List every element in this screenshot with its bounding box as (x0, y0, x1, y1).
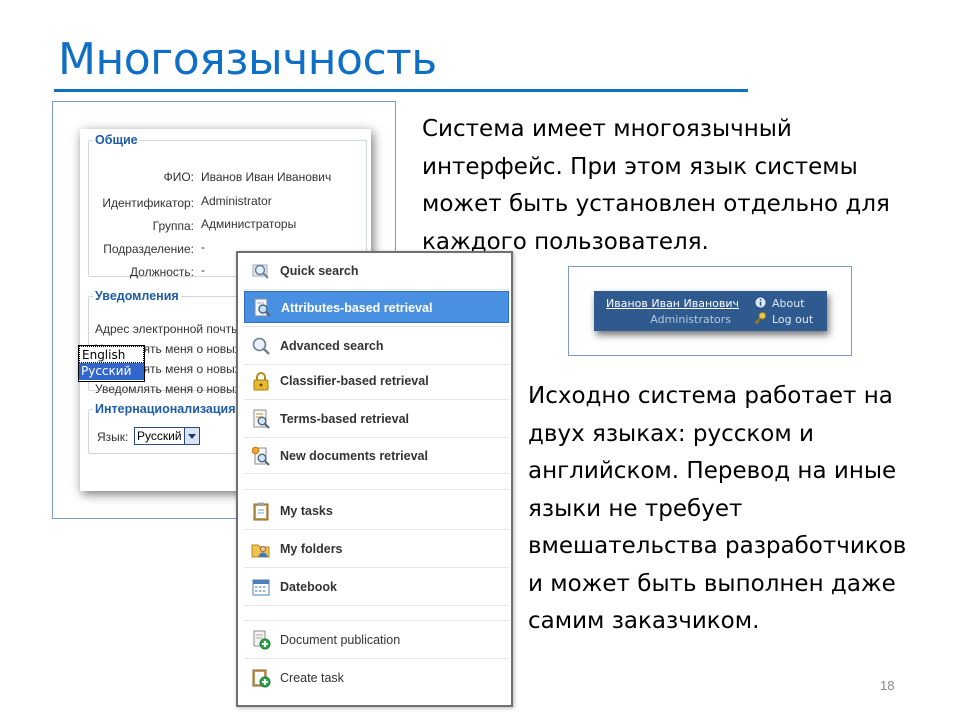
notify-option-label: Уведомлять меня о новых (95, 382, 241, 396)
field-value: - (201, 240, 205, 254)
field-label: Должность: (129, 265, 194, 279)
menu-item-classifier-retrieval[interactable]: Classifier-based retrieval (244, 365, 509, 397)
menu-item-new-documents-retrieval[interactable]: New documents retrieval (244, 440, 509, 472)
menu-item-label: Quick search (280, 264, 359, 278)
field-value: Администраторы (201, 217, 297, 231)
menu-divider (244, 437, 509, 438)
language-label: Язык: (97, 430, 129, 444)
page-number: 18 (880, 678, 895, 693)
common-legend: Общие (95, 133, 138, 147)
field-value: - (201, 263, 205, 277)
menu-divider (244, 529, 509, 530)
field-label: ФИО: (163, 170, 194, 184)
field-value: Иванов Иван Иванович (201, 170, 332, 184)
title-underline (54, 89, 748, 92)
key-icon (754, 311, 767, 325)
paragraph-languages: Исходно система работает на двух языках:… (528, 383, 907, 634)
menu-item-label: Advanced search (280, 339, 384, 353)
menu-group-divider (244, 489, 509, 490)
document-add-icon (253, 630, 271, 650)
language-select[interactable]: Русский (134, 427, 200, 445)
menu-item-datebook[interactable]: Datebook (244, 571, 509, 603)
language-select-value: Русский (137, 429, 182, 443)
info-icon (754, 296, 767, 309)
menu-divider (244, 658, 509, 659)
menu-divider (244, 473, 509, 474)
menu-item-my-folders[interactable]: My folders (244, 533, 509, 565)
user-header-screenshot: Иванов Иван Иванович Administrators Abou… (568, 266, 852, 356)
menu-item-label: My tasks (280, 504, 333, 518)
magnifier-icon (252, 264, 269, 279)
menu-item-my-tasks[interactable]: My tasks (244, 495, 509, 527)
user-folder-icon (251, 544, 270, 558)
magnifier-icon (252, 337, 270, 355)
language-option-russian[interactable]: Русский (79, 363, 144, 380)
menu-item-label: Classifier-based retrieval (280, 374, 429, 388)
chevron-down-icon[interactable] (184, 428, 199, 444)
notifications-legend: Уведомления (95, 289, 179, 303)
document-search-icon (254, 298, 271, 317)
menu-item-label: New documents retrieval (280, 449, 428, 463)
language-dropdown-list: English Русский (78, 345, 145, 382)
language-option-english[interactable]: English (79, 346, 144, 363)
slide-title: Многоязычность (58, 34, 437, 85)
user-header-bar: Иванов Иван Иванович Administrators Abou… (594, 291, 827, 331)
menu-item-attributes-retrieval[interactable]: Attributes-based retrieval (244, 291, 509, 323)
menu-item-advanced-search[interactable]: Advanced search (244, 330, 509, 362)
menu-item-create-task[interactable]: Create task (244, 662, 509, 694)
new-document-search-icon (251, 446, 270, 466)
menu-item-label: Attributes-based retrieval (281, 301, 433, 315)
document-search-icon (253, 409, 270, 429)
menu-divider (244, 399, 509, 400)
menu-item-label: Create task (280, 671, 344, 685)
field-label: Идентификатор: (102, 196, 194, 210)
menu-divider (244, 289, 509, 290)
field-value: Administrator (201, 194, 272, 208)
calendar-icon (252, 579, 270, 596)
menu-item-terms-retrieval[interactable]: Terms-based retrieval (244, 403, 509, 435)
menu-group-divider (244, 620, 509, 621)
menu-item-label: Document publication (280, 633, 401, 647)
field-label: Подразделение: (103, 242, 194, 256)
menu-item-document-publication[interactable]: Document publication (244, 624, 509, 656)
internationalization-legend: Интернационализация (95, 402, 236, 416)
clipboard-icon (253, 502, 269, 521)
navigation-menu-screenshot: Quick search Attributes-based retrieval … (236, 251, 513, 707)
menu-item-quick-search[interactable]: Quick search (244, 255, 509, 287)
lock-icon (253, 372, 269, 391)
paragraph-multilingual: Система имеет многоязычный интерфейс. Пр… (422, 116, 890, 255)
email-address-label: Адрес электронной почты (95, 322, 240, 336)
menu-item-label: My folders (280, 542, 343, 556)
menu-item-label: Datebook (280, 580, 337, 594)
menu-divider (244, 567, 509, 568)
menu-divider (244, 605, 509, 606)
field-label: Группа: (152, 219, 194, 233)
user-name-link[interactable]: Иванов Иван Иванович (606, 297, 739, 310)
about-link[interactable]: About (772, 297, 805, 310)
user-role: Administrators (650, 313, 731, 326)
menu-item-label: Terms-based retrieval (280, 412, 409, 426)
clipboard-add-icon (252, 669, 271, 688)
menu-divider (244, 326, 509, 327)
logout-link[interactable]: Log out (772, 313, 813, 326)
